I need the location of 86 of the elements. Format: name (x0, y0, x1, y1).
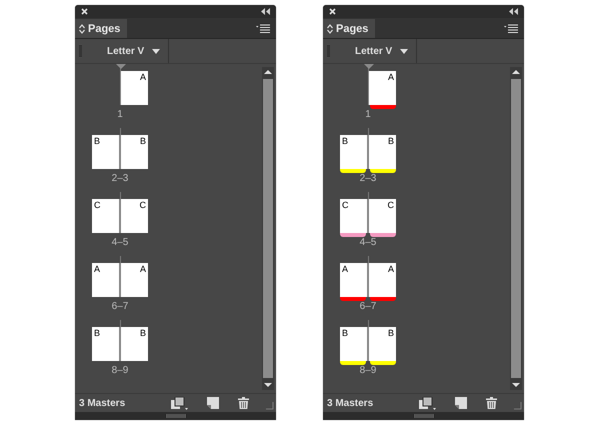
drag-handle-icon[interactable] (166, 414, 186, 418)
masters-count: 3 Masters (79, 398, 126, 408)
page-thumbnail[interactable]: A (120, 71, 148, 105)
panel-tab[interactable]: Pages (75, 19, 128, 38)
master-letter: A (342, 264, 348, 274)
master-letter: A (94, 264, 100, 274)
page-thumbnail[interactable]: A (92, 263, 120, 297)
collapse-icon[interactable] (261, 8, 270, 15)
page-thumbnail[interactable]: B (120, 135, 148, 169)
page-thumbnail[interactable]: A (368, 263, 396, 297)
master-letter: B (94, 328, 100, 338)
page-thumbnail[interactable]: A (368, 71, 396, 105)
edit-page-size-icon[interactable] (171, 396, 188, 410)
sort-icon (79, 24, 85, 34)
scroll-down-icon[interactable] (510, 380, 522, 390)
edit-page-size-icon[interactable] (419, 396, 436, 410)
new-page-icon[interactable] (207, 397, 219, 409)
master-letter: C (388, 200, 394, 210)
scroll-thumb[interactable] (511, 79, 521, 378)
master-letter: B (140, 136, 146, 146)
drag-handle-icon[interactable] (414, 414, 434, 418)
masters-count: 3 Masters (327, 398, 374, 408)
triangle-icon (364, 64, 374, 69)
page-thumbnail[interactable]: B (92, 327, 120, 361)
page-number: 8–9 (112, 365, 128, 376)
sort-icon (327, 24, 333, 34)
grip-icon[interactable] (327, 45, 330, 57)
collapse-icon[interactable] (509, 8, 518, 15)
master-letter: B (94, 136, 100, 146)
page-thumbnail[interactable]: C (92, 199, 120, 233)
caret-icon (400, 48, 408, 54)
master-letter: B (342, 136, 348, 146)
master-letter: B (342, 328, 348, 338)
master-letter: C (140, 200, 146, 210)
master-letter: A (388, 264, 394, 274)
menu-icon[interactable] (504, 24, 518, 33)
page-thumbnail[interactable]: A (120, 263, 148, 297)
page-number: 8–9 (360, 365, 376, 376)
page-thumbnail[interactable]: C (340, 199, 368, 233)
page-thumbnail[interactable]: B (340, 327, 368, 361)
caret-icon (152, 48, 160, 54)
page-thumbnail[interactable]: B (340, 135, 368, 169)
page-number: 2–3 (112, 173, 128, 184)
scrollbar-track[interactable] (262, 67, 274, 390)
triangle-icon (116, 64, 126, 69)
page-number: 1 (117, 109, 123, 120)
scroll-up-icon[interactable] (262, 67, 274, 77)
page-number: 1 (365, 109, 371, 120)
close-icon[interactable] (81, 8, 88, 15)
master-letter: C (342, 200, 348, 210)
page-size-dropdown[interactable]: Letter V (82, 39, 170, 63)
page-thumbnail[interactable]: B (368, 327, 396, 361)
master-letter: B (140, 328, 146, 338)
master-letter: B (388, 136, 394, 146)
page-thumbnail[interactable]: C (368, 199, 396, 233)
page-number: 6–7 (360, 301, 376, 312)
page-number: 6–7 (112, 301, 128, 312)
delete-icon[interactable] (486, 397, 497, 409)
master-letter: A (388, 72, 394, 82)
grip-icon[interactable] (79, 45, 82, 57)
page-number: 4–5 (360, 237, 376, 248)
page-thumbnail[interactable]: B (120, 327, 148, 361)
master-letter: C (94, 200, 100, 210)
page-number: 2–3 (360, 173, 376, 184)
new-page-icon[interactable] (455, 397, 467, 409)
close-icon[interactable] (329, 8, 336, 15)
page-thumbnail[interactable]: B (92, 135, 120, 169)
tab-label: Pages (88, 22, 120, 34)
page-thumbnail[interactable]: C (120, 199, 148, 233)
scroll-up-icon[interactable] (510, 67, 522, 77)
page-thumbnail[interactable]: B (368, 135, 396, 169)
resize-grip-icon[interactable] (513, 401, 522, 410)
menu-icon[interactable] (256, 24, 270, 33)
page-number: 4–5 (112, 237, 128, 248)
delete-icon[interactable] (238, 397, 249, 409)
scroll-down-icon[interactable] (262, 380, 274, 390)
master-letter: A (140, 72, 146, 82)
tab-label: Pages (336, 22, 368, 34)
page-thumbnail[interactable]: A (340, 263, 368, 297)
scroll-thumb[interactable] (263, 79, 273, 378)
page-size-dropdown[interactable]: Letter V (330, 39, 418, 63)
scrollbar-track[interactable] (510, 67, 522, 390)
resize-grip-icon[interactable] (265, 401, 274, 410)
master-letter: B (388, 328, 394, 338)
panel-tab[interactable]: Pages (323, 19, 376, 38)
master-letter: A (140, 264, 146, 274)
